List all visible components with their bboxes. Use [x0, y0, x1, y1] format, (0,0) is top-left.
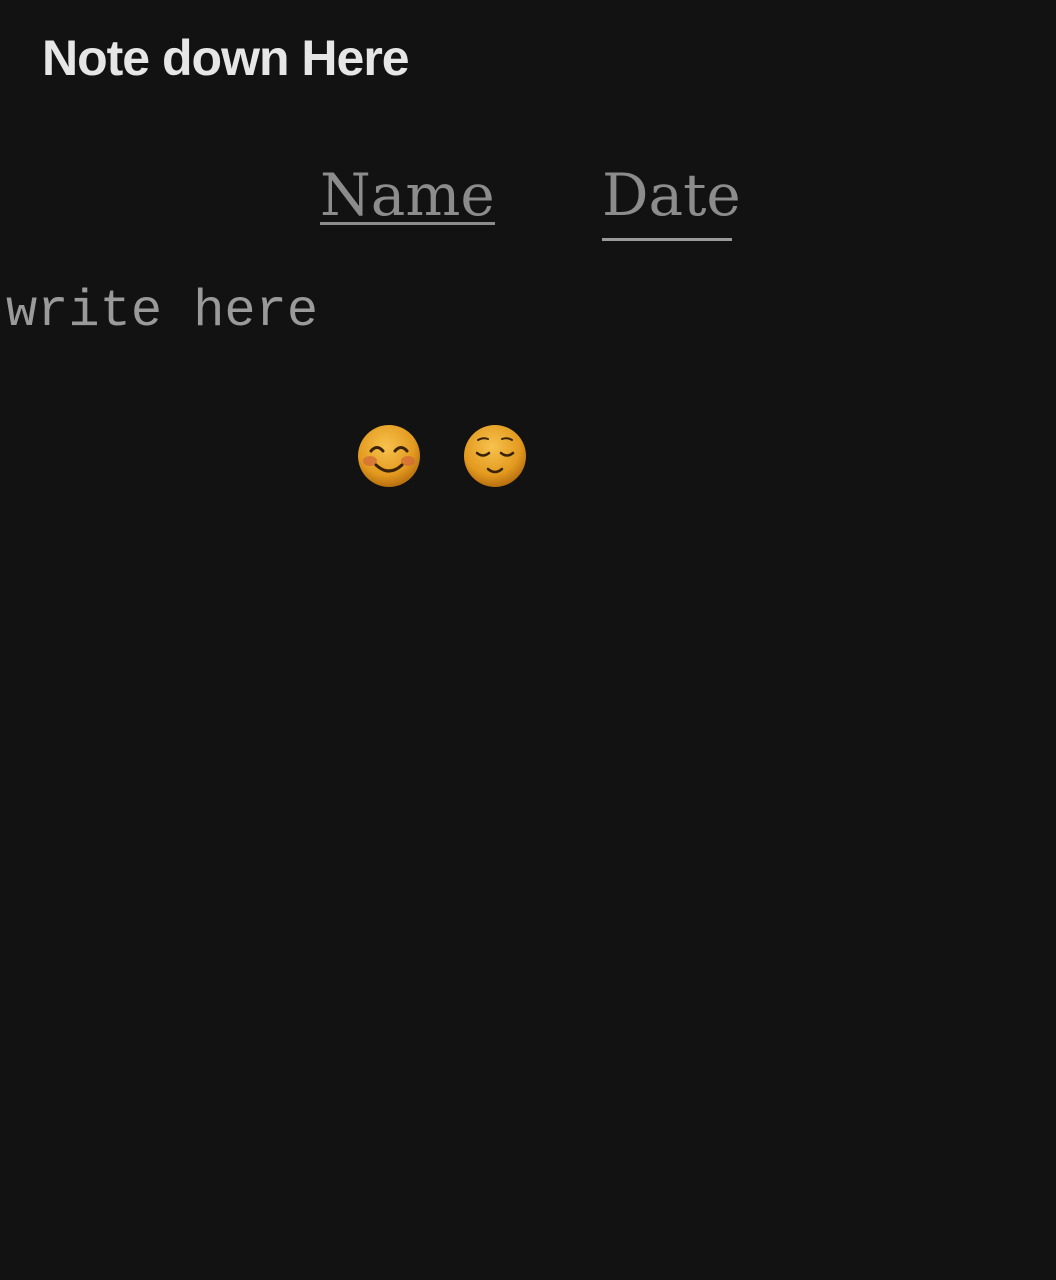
relieved-face-icon	[462, 279, 528, 487]
date-field[interactable]: Date	[602, 160, 741, 241]
note-screen: Note down Here Name Date write here	[0, 0, 1056, 1280]
app-title: Note down Here	[42, 30, 410, 86]
smiling-face-with-smiling-eyes-icon	[356, 279, 422, 487]
name-field-label: Name	[320, 161, 495, 229]
name-field[interactable]: Name	[320, 160, 495, 230]
note-text-area[interactable]: write here	[6, 276, 528, 487]
note-text: write here	[6, 282, 319, 341]
